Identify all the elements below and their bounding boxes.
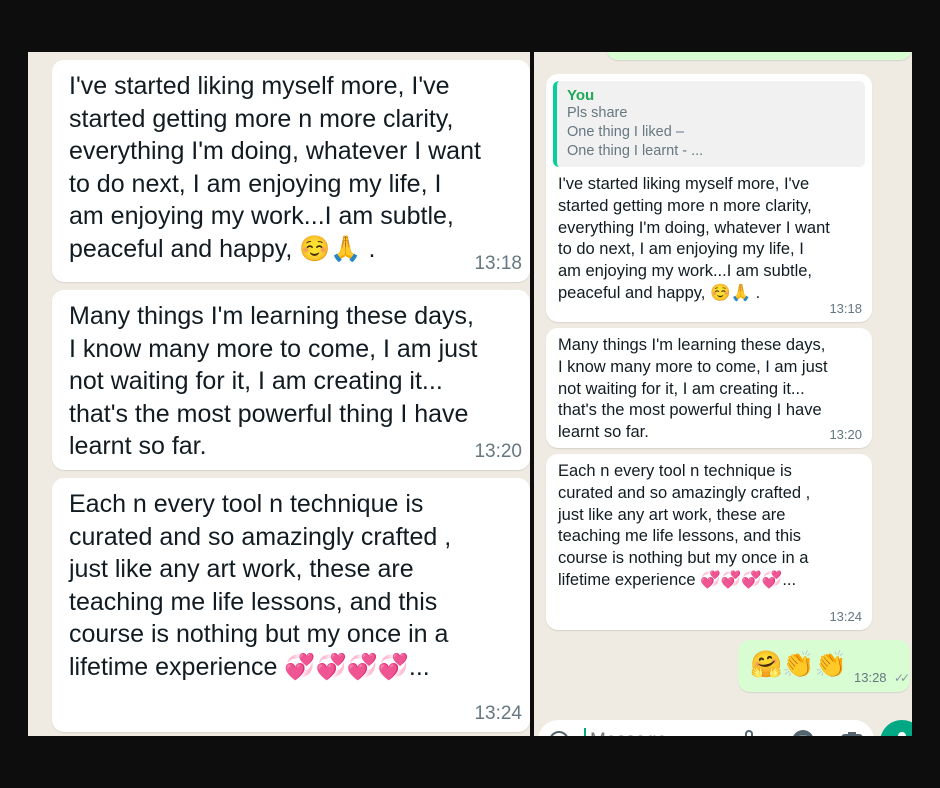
message-input[interactable] — [588, 726, 742, 736]
message-timestamp: 13:28 — [854, 670, 887, 685]
right-chat-panel: You Pls share One thing I liked – One th… — [534, 52, 912, 736]
message-text: Each n every tool n technique is curated… — [558, 462, 811, 589]
left-chat-panel: I've started liking myself more, I've st… — [28, 52, 530, 736]
message-text: Many things I'm learning these days, I k… — [69, 302, 478, 460]
mic-icon — [898, 732, 906, 736]
message-timestamp: 13:18 — [829, 301, 862, 316]
message-bubble[interactable]: Each n every tool n technique is curated… — [546, 454, 872, 630]
sent-message-bubble[interactable]: 🤗👏👏 13:28 ✓✓ — [738, 640, 910, 692]
message-composer: ₹ — [534, 720, 912, 736]
message-input-pill[interactable]: ₹ — [538, 720, 874, 736]
emoji-reaction: 💞💞💞💞... — [695, 570, 797, 589]
mic-button[interactable] — [880, 720, 912, 736]
sent-emojis: 🤗👏👏 — [750, 649, 848, 679]
quote-line: Pls share — [567, 105, 628, 121]
attach-icon[interactable] — [740, 730, 756, 736]
emoji-icon[interactable] — [548, 730, 570, 736]
text-cursor — [584, 728, 586, 736]
rupee-payment-icon[interactable]: ₹ — [792, 730, 814, 736]
message-timestamp: 13:24 — [474, 703, 522, 724]
message-timestamp: 13:24 — [829, 609, 862, 624]
quote-line: One thing I learnt - ... — [567, 143, 704, 159]
emoji-reaction: ☺️🙏 . — [292, 234, 376, 263]
emoji-reaction: 💞💞💞💞... — [277, 652, 430, 681]
message-bubble[interactable]: Many things I'm learning these days, I k… — [52, 290, 530, 470]
message-text: I've started liking myself more, I've st… — [69, 72, 481, 263]
camera-icon[interactable] — [840, 730, 864, 736]
message-timestamp: 13:20 — [474, 441, 522, 462]
quoted-message[interactable]: You Pls share One thing I liked – One th… — [553, 81, 865, 167]
message-text: I've started liking myself more, I've st… — [558, 175, 830, 302]
message-text: Many things I'm learning these days, I k… — [558, 336, 828, 442]
message-bubble[interactable]: Each n every tool n technique is curated… — [52, 478, 530, 732]
emoji-reaction: ☺️🙏 . — [705, 283, 761, 302]
previous-sent-bubble — [606, 52, 912, 60]
message-timestamp: 13:20 — [829, 427, 862, 442]
double-check-icon: ✓✓ — [894, 671, 910, 685]
message-timestamp: 13:18 — [474, 253, 522, 274]
message-bubble[interactable]: I've started liking myself more, I've st… — [52, 60, 530, 282]
message-bubble[interactable]: Many things I'm learning these days, I k… — [546, 328, 872, 448]
reply-message-bubble[interactable]: You Pls share One thing I liked – One th… — [546, 74, 872, 322]
quote-line: One thing I liked – — [567, 124, 684, 140]
quote-author: You — [567, 87, 595, 104]
